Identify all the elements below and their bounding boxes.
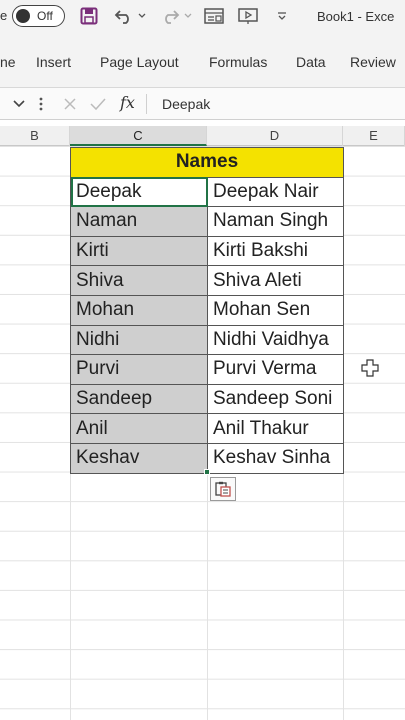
tab-insert[interactable]: Insert — [36, 54, 71, 70]
paste-options-icon — [215, 481, 231, 497]
table-row: Shiva Shiva Aleti — [70, 265, 344, 296]
names-table: Names Deepak Deepak Nair Naman Naman Sin… — [70, 147, 344, 474]
title-bar: e Off Book1 - Exce — [0, 0, 405, 36]
autosave-state: Off — [37, 9, 53, 23]
full-name-cell[interactable]: Naman Singh — [207, 206, 344, 237]
customize-qat-icon[interactable] — [275, 4, 289, 28]
insert-function-icon[interactable]: fx — [120, 93, 135, 112]
present-icon[interactable] — [237, 4, 259, 28]
tab-review[interactable]: Review — [350, 54, 396, 70]
fill-handle[interactable] — [204, 469, 210, 475]
redo-dropdown-icon[interactable] — [183, 4, 193, 28]
first-name-cell[interactable]: Shiva — [70, 265, 208, 296]
first-name-cell[interactable]: Anil — [70, 413, 208, 444]
full-name-cell[interactable]: Kirti Bakshi — [207, 235, 344, 267]
column-header-d[interactable]: D — [207, 126, 343, 146]
first-name-cell[interactable]: Naman — [70, 206, 208, 237]
cancel-icon[interactable] — [60, 94, 80, 114]
autosave-toggle[interactable]: Off — [12, 5, 65, 27]
column-header-c[interactable]: C — [70, 126, 207, 146]
paste-options-button[interactable] — [210, 477, 236, 501]
table-row: Deepak Deepak Nair — [70, 176, 344, 208]
full-name-cell[interactable]: Keshav Sinha — [207, 442, 344, 474]
first-name-cell[interactable]: Sandeep — [70, 383, 208, 415]
first-name-cell[interactable]: Keshav — [70, 442, 208, 474]
first-name-cell[interactable]: Deepak — [70, 176, 208, 208]
names-header-cell[interactable]: Names — [70, 147, 344, 178]
column-headers: B C D E — [0, 126, 405, 146]
autosave-label: e — [0, 8, 8, 23]
table-header-row: Names — [70, 147, 344, 178]
ribbon-tabs: ne Insert Page Layout Formulas Data Revi… — [0, 36, 405, 88]
tab-page-layout[interactable]: Page Layout — [100, 54, 179, 70]
formula-bar-divider — [146, 94, 147, 114]
enter-icon[interactable] — [88, 94, 108, 114]
formula-input[interactable] — [150, 92, 405, 116]
full-name-cell[interactable]: Shiva Aleti — [207, 265, 344, 296]
table-row: Purvi Purvi Verma — [70, 354, 344, 385]
table-row: Anil Anil Thakur — [70, 413, 344, 444]
first-name-cell[interactable]: Purvi — [70, 354, 208, 385]
column-header-b[interactable]: B — [0, 126, 70, 146]
redo-icon[interactable] — [158, 4, 182, 28]
full-name-cell[interactable]: Deepak Nair — [207, 176, 344, 208]
table-row: Sandeep Sandeep Soni — [70, 383, 344, 415]
full-name-cell[interactable]: Sandeep Soni — [207, 383, 344, 415]
tab-data[interactable]: Data — [296, 54, 326, 70]
table-row: Mohan Mohan Sen — [70, 294, 344, 326]
full-name-cell[interactable]: Mohan Sen — [207, 294, 344, 326]
table-row: Nidhi Nidhi Vaidhya — [70, 324, 344, 356]
save-icon[interactable] — [78, 4, 100, 28]
first-name-cell[interactable]: Kirti — [70, 235, 208, 267]
tab-formulas[interactable]: Formulas — [209, 54, 267, 70]
formula-bar: fx — [0, 88, 405, 120]
column-header-e[interactable]: E — [343, 126, 405, 146]
toggle-knob — [16, 8, 30, 23]
undo-icon[interactable] — [112, 4, 136, 28]
cell-cursor-icon — [361, 359, 379, 382]
full-name-cell[interactable]: Anil Thakur — [207, 413, 344, 444]
document-title: Book1 - Exce — [317, 9, 395, 24]
form-icon[interactable] — [203, 4, 225, 28]
tab-home[interactable]: ne — [0, 54, 16, 70]
first-name-cell[interactable]: Nidhi — [70, 324, 208, 356]
table-row: Naman Naman Singh — [70, 206, 344, 237]
full-name-cell[interactable]: Nidhi Vaidhya — [207, 324, 344, 356]
table-row: Kirti Kirti Bakshi — [70, 235, 344, 267]
name-box-dropdown-icon[interactable] — [10, 94, 28, 114]
full-name-cell[interactable]: Purvi Verma — [207, 354, 344, 385]
undo-dropdown-icon[interactable] — [137, 4, 147, 28]
more-options-icon[interactable] — [36, 94, 46, 114]
first-name-cell[interactable]: Mohan — [70, 294, 208, 326]
